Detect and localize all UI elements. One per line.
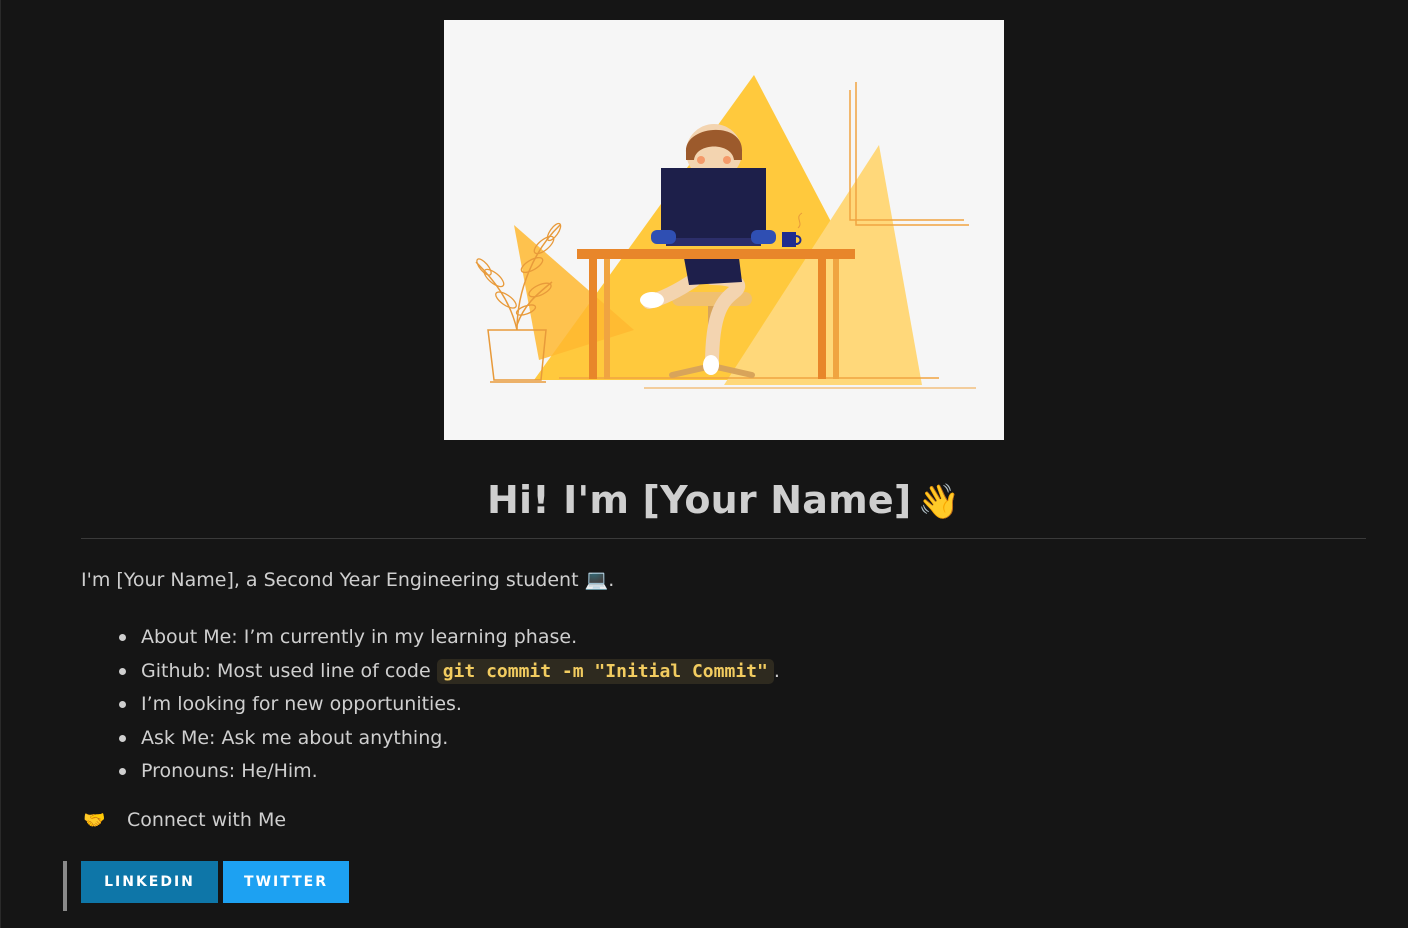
inline-code: git commit -m "Initial Commit": [436, 658, 774, 684]
list-item: Pronouns: He/Him.: [119, 756, 780, 790]
waving-hand-icon: 👋: [917, 482, 961, 522]
list-item: I’m looking for new opportunities.: [119, 689, 780, 723]
intro-suffix: .: [608, 569, 615, 591]
list-item-text: Github: Most used line of code: [141, 659, 437, 682]
about-list: About Me: I’m currently in my learning p…: [81, 622, 780, 790]
title-text: Hi! I'm [Your Name]: [486, 478, 912, 522]
intro-paragraph: I'm [Your Name], a Second Year Engineeri…: [81, 566, 614, 594]
list-item: About Me: I’m currently in my learning p…: [119, 622, 780, 656]
list-item-text: About Me: I’m currently in my learning p…: [141, 626, 578, 648]
twitter-button[interactable]: TWITTER: [223, 861, 349, 903]
readme-page: Hi! I'm [Your Name] 👋 I'm [Your Name], a …: [0, 0, 1408, 928]
developer-desk-illustration: [475, 75, 976, 389]
connect-label: Connect with Me: [127, 809, 287, 831]
linkedin-button[interactable]: LINKEDIN: [81, 861, 218, 903]
connect-heading: 🤝 Connect with Me: [81, 806, 286, 835]
list-item-text: Ask Me: Ask me about anything.: [141, 726, 449, 749]
intro-text: I'm [Your Name], a Second Year Engineeri…: [81, 569, 579, 591]
list-item: Github: Most used line of code git commi…: [119, 656, 780, 690]
title-divider: [81, 538, 1366, 539]
list-item-text: I’m looking for new opportunities.: [141, 693, 462, 716]
blockquote-bar: [63, 861, 67, 911]
hero-illustration: [444, 20, 1004, 440]
handshake-icon: 🤝: [83, 810, 106, 831]
laptop-icon: 💻: [584, 569, 609, 591]
list-item: Ask Me: Ask me about anything.: [119, 723, 780, 757]
page-title: Hi! I'm [Your Name] 👋: [81, 470, 1366, 532]
list-item-text: Pronouns: He/Him.: [141, 760, 318, 783]
list-item-suffix: .: [773, 659, 780, 682]
